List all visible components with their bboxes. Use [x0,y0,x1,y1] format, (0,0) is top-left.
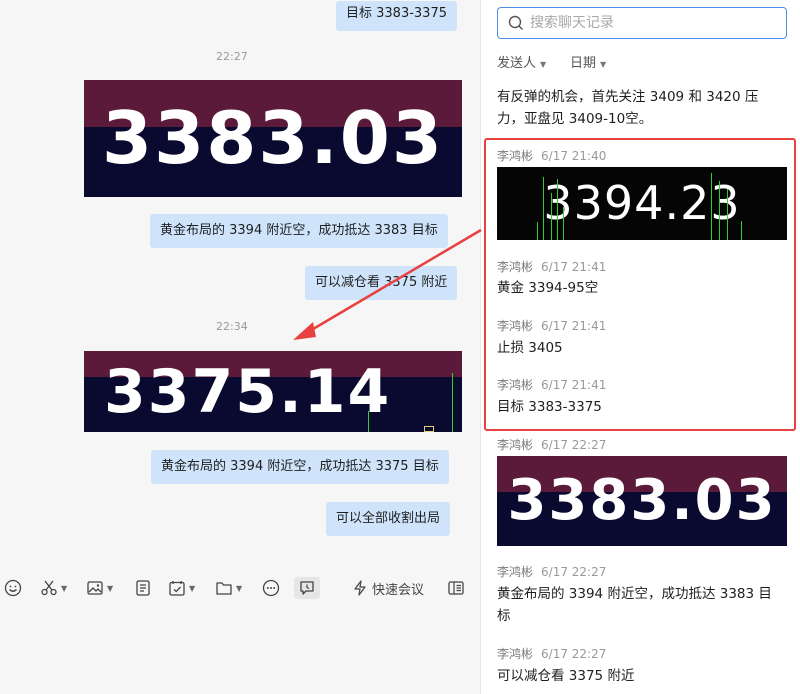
search-result-text[interactable]: 可以减仓看 3375 附近 [497,665,634,687]
chevron-down-icon: ▼ [600,60,607,69]
result-sender: 李鸿彬 6/17 22:27 [497,438,607,452]
input-toolbar: ▼ ▼ ▼ ▼ 快速会议 [0,572,480,604]
document-button[interactable] [134,577,152,599]
timestamp: 22:34 [216,320,248,333]
sidebar-icon [448,581,464,595]
chat-message[interactable]: 黄金布局的 3394 附近空，成功抵达 3383 目标 [150,214,448,248]
search-result-text[interactable]: 有反弹的机会，首先关注 3409 和 3420 压力，亚盘见 3409-10空。 [497,86,777,130]
timestamp: 22:27 [216,50,248,63]
scissors-icon [41,580,57,596]
search-box[interactable] [497,7,787,39]
screenshot-button[interactable]: ▼ [40,577,67,599]
chat-message[interactable]: 可以全部收割出局 [326,502,451,536]
filter-date-label: 日期 [570,56,597,71]
more-icon [262,579,280,597]
schedule-button[interactable]: ▼ [168,577,195,599]
filter-sender[interactable]: 发送人 ▼ [497,52,546,71]
chat-message[interactable]: 可以减仓看 3375 附近 [305,266,458,300]
quick-meeting-label: 快速会议 [372,582,425,598]
search-input[interactable] [530,15,770,31]
chat-pane: 目标 3383-3375 22:27 3383.03 黄金布局的 3394 附近… [0,0,480,694]
file-button[interactable]: ▼ [215,577,242,599]
smiley-icon [4,579,22,597]
search-icon [508,15,523,30]
price-quote-value: 3383.03 [102,96,444,180]
chat-record-icon [300,581,314,595]
filter-date[interactable]: 日期 ▼ [570,52,606,71]
result-sender: 李鸿彬 6/17 22:27 [497,565,607,579]
result-sender: 李鸿彬 6/17 22:27 [497,647,607,661]
price-quote-value: 3375.14 [104,357,392,427]
price-quote-image[interactable]: 3375.14 [84,351,462,432]
more-button[interactable] [262,577,280,599]
price-quote-image[interactable]: 3383.03 [84,80,462,197]
sidebar-toggle-button[interactable] [447,577,465,599]
chevron-down-icon: ▼ [540,60,547,69]
image-button[interactable]: ▼ [86,577,113,599]
image-icon [87,581,103,595]
filter-sender-label: 发送人 [497,56,537,71]
quick-meeting-button[interactable]: 快速会议 [352,577,424,599]
document-icon [136,580,150,596]
highlight-box [484,138,796,431]
folder-icon [216,582,232,595]
chat-history-button[interactable] [294,577,320,599]
price-quote-value: 3383.03 [507,468,777,533]
chat-message[interactable]: 目标 3383-3375 [336,1,457,31]
lightning-icon [354,580,366,596]
emoji-button[interactable] [4,577,22,599]
calendar-check-icon [169,581,185,596]
app-window: 目标 3383-3375 22:27 3383.03 黄金布局的 3394 附近… [0,0,800,694]
price-quote-image[interactable]: 3383.03 [497,456,787,546]
search-result-text[interactable]: 黄金布局的 3394 附近空，成功抵达 3383 目标 [497,583,783,627]
chat-message[interactable]: 黄金布局的 3394 附近空，成功抵达 3375 目标 [151,450,449,484]
